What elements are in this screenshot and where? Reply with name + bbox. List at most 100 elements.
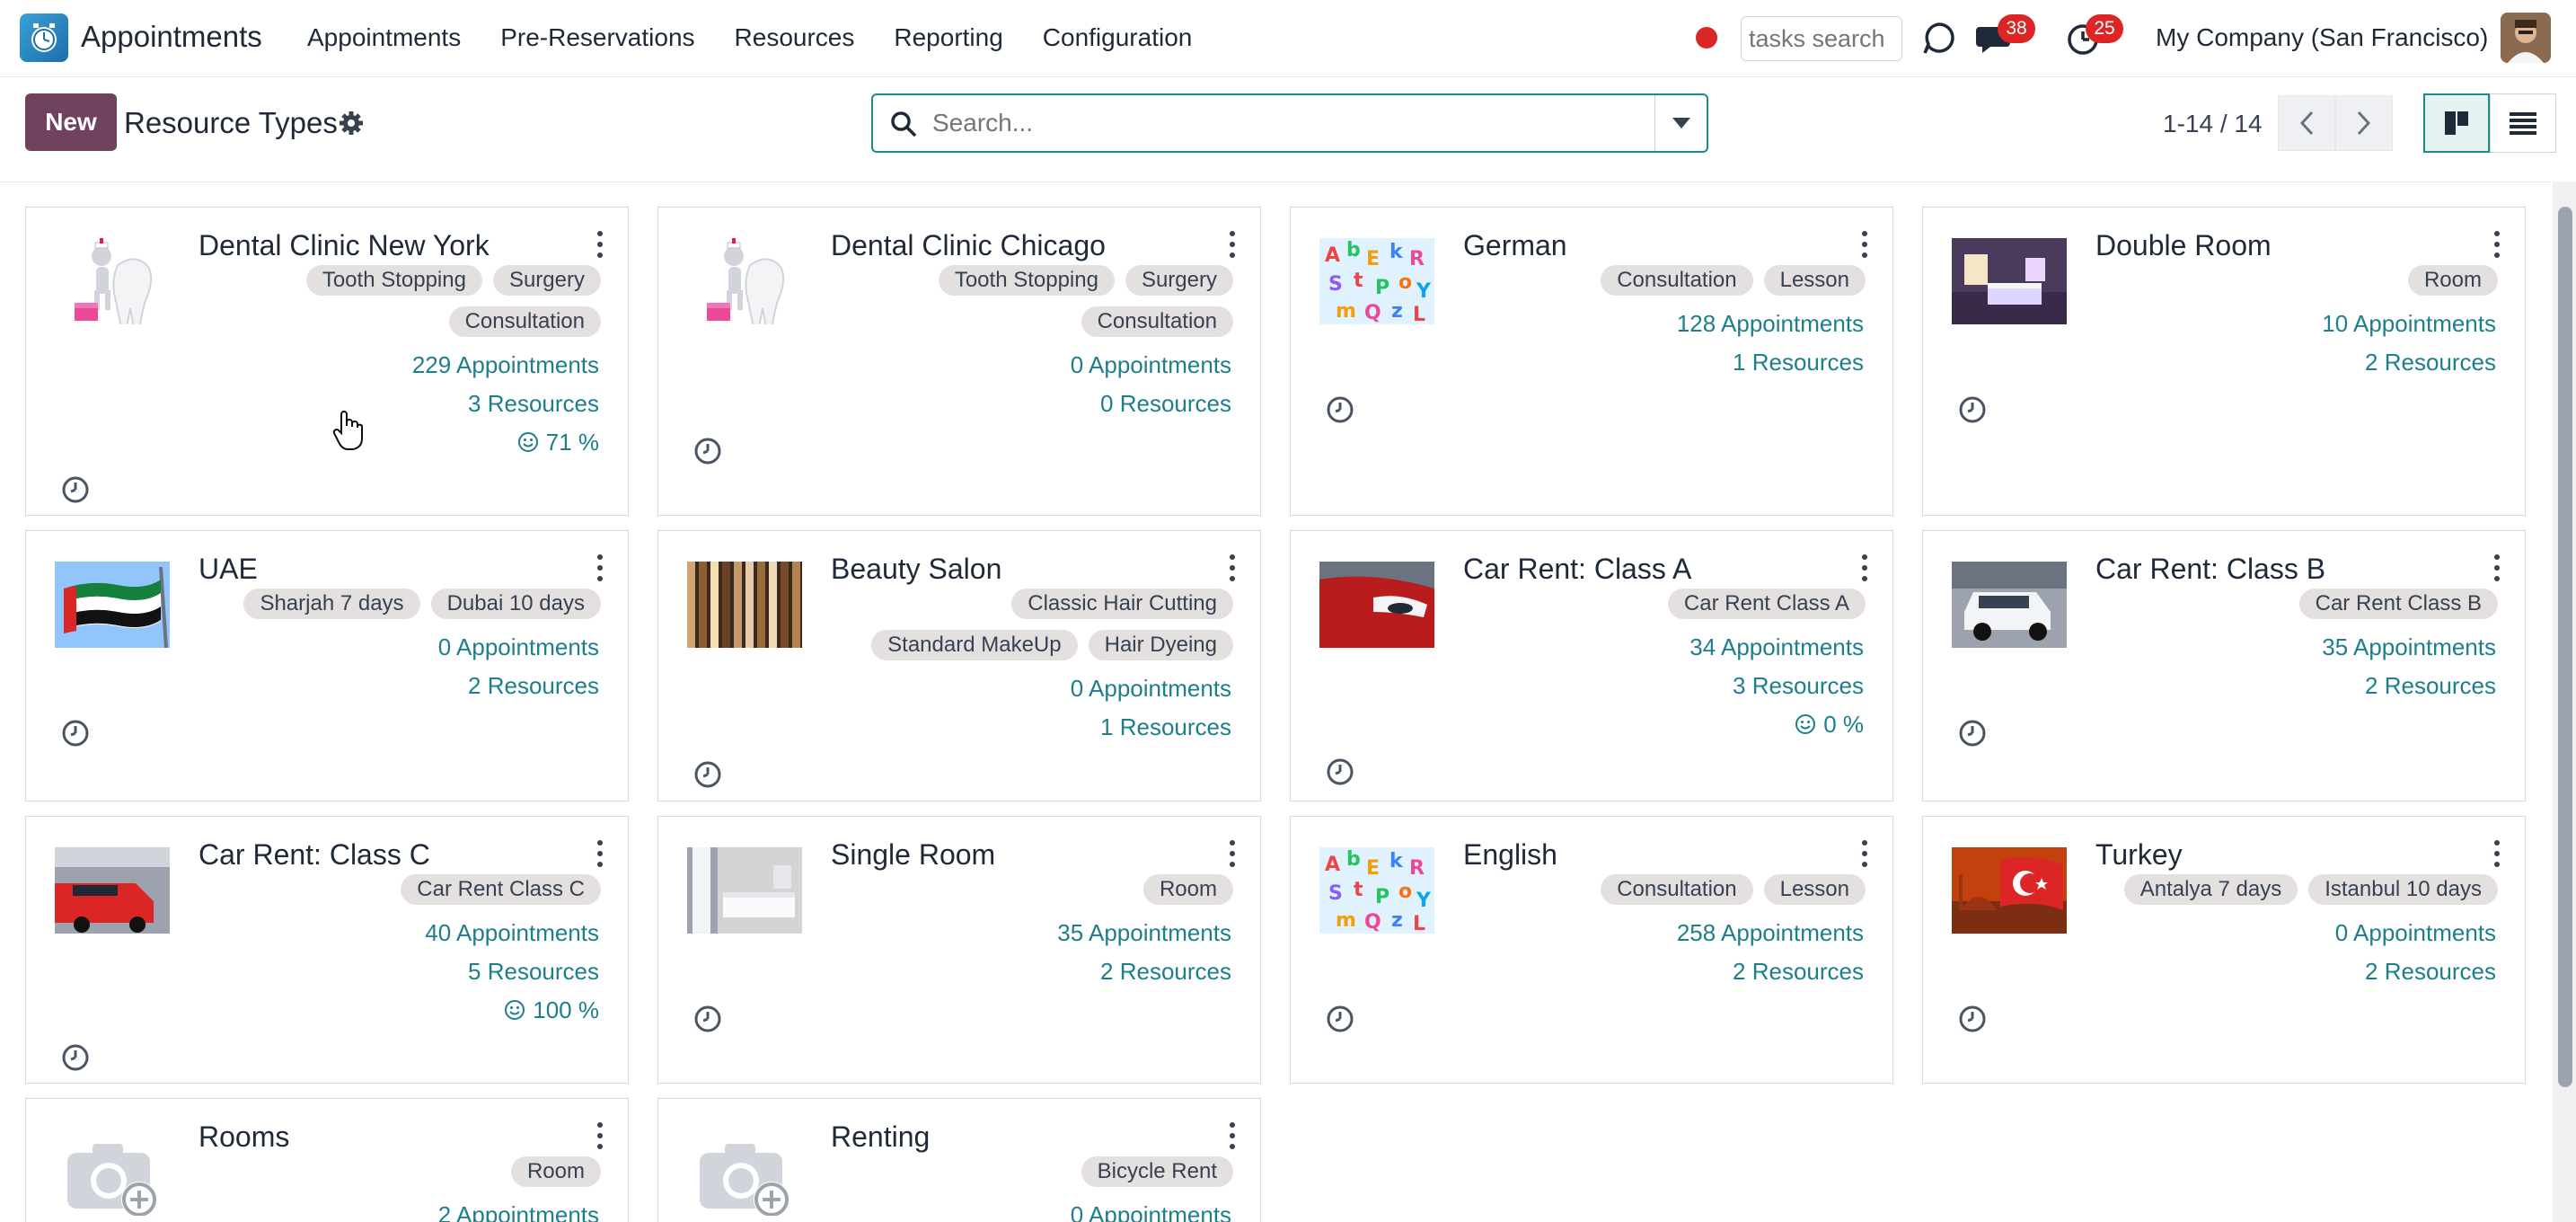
kebab-menu-icon[interactable] [595,840,604,867]
app-name[interactable]: Appointments [81,20,262,54]
user-avatar[interactable] [2501,13,2551,63]
card-title: Car Rent: Class C [198,838,430,871]
appointments-count-link[interactable]: 229 Appointments [412,351,599,379]
resource-type-card[interactable]: Dental Clinic Chicago Tooth Stopping Surge… [657,207,1261,516]
kebab-menu-icon[interactable] [595,554,604,581]
rating-stat[interactable]: 71 % [517,429,599,456]
appointments-count-link[interactable]: 0 Appointments [2335,919,2496,947]
appointments-count-link[interactable]: 258 Appointments [1677,919,1864,947]
resource-type-card[interactable]: Double Room Room 10 Appointments 2 Resource… [1922,207,2526,516]
activity-clock-icon[interactable] [1325,1004,1355,1034]
kebab-menu-icon[interactable] [1228,1122,1237,1149]
kebab-menu-icon[interactable] [595,231,604,258]
recording-indicator-icon[interactable] [1696,27,1717,49]
svg-text:E: E [1366,248,1380,270]
resources-count-link[interactable]: 5 Resources [468,958,599,986]
resources-count-link[interactable]: 2 Resources [468,672,599,700]
activity-clock-icon[interactable] [693,759,723,790]
discuss-icon[interactable] [1920,20,1958,58]
appointments-count-link[interactable]: 0 Appointments [1071,1201,1231,1222]
kebab-menu-icon[interactable] [2492,840,2501,867]
card-tags: Tooth Stopping Surgery Consultation [224,265,601,337]
activity-clock-icon[interactable] [693,436,723,466]
resources-count-link[interactable]: 1 Resources [1100,713,1231,741]
resource-type-card[interactable]: Ab Ek R St Po Ym Qz L English Consultation Lesson 2… [1290,816,1893,1084]
appointments-count-link[interactable]: 0 Appointments [438,633,599,661]
activity-clock-icon[interactable] [1957,394,1988,425]
resources-count-link[interactable]: 2 Resources [1733,958,1864,986]
resources-count-link[interactable]: 2 Resources [1100,958,1231,986]
scrollbar-thumb[interactable] [2558,207,2572,1087]
menu-appointments[interactable]: Appointments [307,23,461,52]
activity-clock-icon[interactable] [60,474,91,505]
search-options-toggle[interactable] [1654,95,1707,151]
activity-clock-icon[interactable] [1325,757,1355,787]
menu-configuration[interactable]: Configuration [1043,23,1193,52]
kebab-menu-icon[interactable] [2492,231,2501,258]
appointments-count-link[interactable]: 0 Appointments [1071,675,1231,703]
resource-type-card[interactable]: Rooms Room 2 Appointments [25,1098,629,1222]
activity-clock-icon[interactable] [1957,718,1988,748]
menu-resources[interactable]: Resources [735,23,855,52]
appointments-count-link[interactable]: 34 Appointments [1689,633,1864,661]
tasks-search-input[interactable] [1741,16,1902,61]
list-view-button[interactable] [2490,93,2556,153]
resources-count-link[interactable]: 2 Resources [2365,349,2496,376]
rating-stat[interactable]: 100 % [504,996,599,1024]
pager-value[interactable]: 1-14 / 14 [2163,110,2263,138]
card-tags: Room [2121,265,2498,296]
tag-badge: Room [510,1156,601,1187]
resource-type-card[interactable]: UAE Sharjah 7 days Dubai 10 days 0 Appointm… [25,530,629,801]
pager-next-button[interactable] [2335,95,2393,151]
resource-type-card[interactable]: Car Rent: Class A Car Rent Class A 34 Appo… [1290,530,1893,801]
pager-previous-button[interactable] [2278,95,2335,151]
kebab-menu-icon[interactable] [2492,554,2501,581]
menu-pre-reservations[interactable]: Pre-Reservations [500,23,694,52]
kebab-menu-icon[interactable] [595,1122,604,1149]
new-button[interactable]: New [25,93,117,151]
resource-type-card[interactable]: Single Room Room 35 Appointments 2 Resource… [657,816,1261,1084]
kebab-menu-icon[interactable] [1860,840,1869,867]
resource-type-card[interactable]: Car Rent: Class C Car Rent Class C 40 Appo… [25,816,629,1084]
appointments-count-link[interactable]: 35 Appointments [1057,919,1231,947]
resources-count-link[interactable]: 2 Resources [2365,672,2496,700]
resources-count-link[interactable]: 3 Resources [1733,672,1864,700]
rating-stat[interactable]: 0 % [1795,711,1864,739]
kebab-menu-icon[interactable] [1228,840,1237,867]
activity-clock-icon[interactable] [1325,394,1355,425]
tag-badge: Sharjah 7 days [243,589,420,619]
resource-type-card[interactable]: Car Rent: Class B Car Rent Class B 35 Appo… [1922,530,2526,801]
activity-clock-icon[interactable] [693,1004,723,1034]
appointments-count-link[interactable]: 128 Appointments [1677,310,1864,338]
search-input[interactable] [932,102,1615,144]
activity-clock-icon[interactable] [1957,1004,1988,1034]
menu-reporting[interactable]: Reporting [894,23,1002,52]
kebab-menu-icon[interactable] [1228,231,1237,258]
activity-clock-icon[interactable] [60,1042,91,1073]
gear-icon[interactable] [338,110,365,137]
resources-count-link[interactable]: 0 Resources [1100,390,1231,418]
appointments-count-link[interactable]: 40 Appointments [425,919,599,947]
app-logo-icon[interactable] [20,13,68,62]
resource-type-card[interactable]: Renting Bicycle Rent 0 Appointments [657,1098,1261,1222]
top-navbar: Appointments Appointments Pre-Reservatio… [0,0,2576,77]
appointments-count-link[interactable]: 2 Appointments [438,1201,599,1222]
kebab-menu-icon[interactable] [1860,554,1869,581]
appointments-count-link[interactable]: 10 Appointments [2322,310,2496,338]
activity-clock-icon[interactable] [60,718,91,748]
kebab-menu-icon[interactable] [1860,231,1869,258]
kanban-view-button[interactable] [2423,93,2490,153]
resources-count-link[interactable]: 2 Resources [2365,958,2496,986]
resource-type-card[interactable]: Ab Ek R St Po Ym Qz L German Consultation Lesson 12… [1290,207,1893,516]
appointments-count-link[interactable]: 0 Appointments [1071,351,1231,379]
card-title: Turkey [2095,838,2183,871]
resource-type-card[interactable]: Beauty Salon Classic Hair Cutting Standard… [657,530,1261,801]
resource-type-card[interactable]: Turkey Antalya 7 days Istanbul 10 days 0 Ap… [1922,816,2526,1084]
resources-count-link[interactable]: 1 Resources [1733,349,1864,376]
appointments-count-link[interactable]: 35 Appointments [2322,633,2496,661]
kebab-menu-icon[interactable] [1228,554,1237,581]
resources-count-link[interactable]: 3 Resources [468,390,599,418]
company-switcher[interactable]: My Company (San Francisco) [2156,23,2488,52]
resource-type-card[interactable]: Dental Clinic New York Tooth Stopping Surg… [25,207,629,516]
search-icon [891,111,917,137]
